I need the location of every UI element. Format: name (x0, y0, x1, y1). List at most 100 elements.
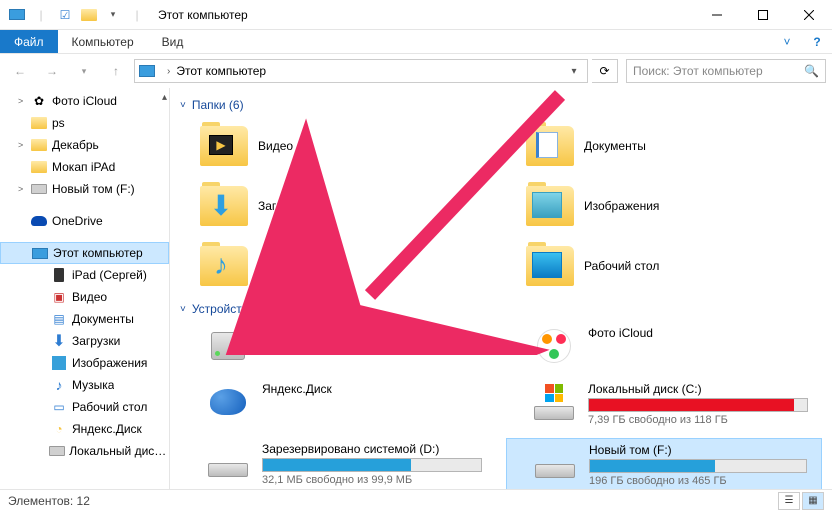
navigation-tree[interactable]: ▴ >✿Фото iCloud ps >Декабрь Мокап iPAd > Новы… (0, 88, 170, 489)
title-bar: | ☑ ▾ | Этот компьютер (0, 0, 832, 30)
tree-item-label: Новый том (F:) (52, 182, 135, 196)
tree-item-icon (49, 443, 65, 459)
address-dropdown-icon[interactable]: ▾ (565, 66, 583, 77)
tree-item-icon: ⬇ (50, 333, 68, 349)
ribbon-collapse-icon[interactable]: ˅ (772, 30, 802, 53)
drive-item[interactable]: Локальный диск (C:)7,39 ГБ свободно из 1… (506, 378, 822, 430)
drive-name: Зарезервировано системой (D:) (262, 442, 482, 456)
tree-item-label: Мокап iPAd (52, 160, 115, 174)
drive-name: Новый том (F:) (589, 443, 807, 457)
group-drives-header[interactable]: ˅ Устройства и диски (6 (180, 302, 822, 316)
folder-item[interactable]: Рабочий стол (506, 238, 822, 294)
group-folders-header[interactable]: ˅ Папки (6) (180, 98, 822, 112)
recent-dropdown-icon[interactable]: ▾ (70, 58, 98, 84)
search-input[interactable]: Поиск: Этот компьютер 🔍 (626, 59, 826, 83)
address-bar[interactable]: › Этот компьютер ▾ (134, 59, 588, 83)
drive-item[interactable]: Яндекс.Диск (180, 378, 496, 430)
folder-icon: ⬇ (200, 186, 248, 226)
help-icon[interactable]: ? (802, 30, 832, 53)
tree-item[interactable]: ▭ Рабочий стол (0, 396, 169, 418)
expand-icon[interactable]: > (18, 96, 30, 106)
tree-item[interactable]: ▤ Документы (0, 308, 169, 330)
folder-label: Загрузки (258, 199, 306, 213)
folder-icon: ▶ (200, 126, 248, 166)
tree-item-icon (30, 137, 48, 153)
close-button[interactable] (786, 0, 832, 30)
drive-icon (204, 442, 252, 482)
tree-item[interactable]: OneDrive (0, 210, 169, 232)
tree-item[interactable]: > Новый том (F:) (0, 178, 169, 200)
tree-item[interactable]: Мокап iPAd (0, 156, 169, 178)
folder-item[interactable]: ♪Музыка (180, 238, 496, 294)
tree-item-icon: ♪ (50, 377, 68, 393)
forward-button[interactable]: → (38, 58, 66, 84)
tiles-view-button[interactable]: ▦ (802, 492, 824, 510)
qat-dropdown-icon[interactable]: ▾ (102, 4, 124, 26)
tree-item-icon: ◔ (50, 421, 68, 437)
tree-item[interactable]: Этот компьютер (0, 242, 169, 264)
tree-item[interactable]: ps (0, 112, 169, 134)
drive-icon (204, 326, 252, 366)
drive-name: Фото iCloud (588, 326, 808, 340)
tree-item-icon: ▣ (50, 289, 68, 305)
tree-item-label: ps (52, 116, 65, 130)
folder-item[interactable]: ▶ Видео (180, 118, 496, 174)
drive-name: iPad (Сергей) (262, 326, 482, 340)
tree-item[interactable]: ▣ Видео (0, 286, 169, 308)
drive-free-text: 7,39 ГБ свободно из 118 ГБ (588, 414, 808, 426)
maximize-button[interactable] (740, 0, 786, 30)
tree-item-icon (50, 355, 68, 371)
folder-label: Видео (258, 139, 293, 153)
tree-item-label: OneDrive (52, 214, 103, 228)
expand-icon[interactable]: > (18, 184, 30, 194)
minimize-button[interactable] (694, 0, 740, 30)
drive-item[interactable]: Фото iCloud (506, 322, 822, 370)
tree-item-icon (30, 115, 48, 131)
properties-icon[interactable]: ☑ (54, 4, 76, 26)
group-drives-title: Устройства и диски (6 (192, 302, 314, 316)
tree-item[interactable]: ⬇Загрузки (0, 330, 169, 352)
expand-icon[interactable]: > (18, 140, 30, 150)
drive-item[interactable]: Зарезервировано системой (D:) 32,1 МБ сво… (180, 438, 496, 489)
drive-icon (530, 382, 578, 422)
folder-item[interactable]: Документы (506, 118, 822, 174)
tree-item[interactable]: >✿Фото iCloud (0, 90, 169, 112)
tree-item-label: Рабочий стол (72, 400, 147, 414)
drive-icon (204, 382, 252, 422)
drive-item[interactable]: iPad (Сергей) (180, 322, 496, 370)
tree-item[interactable]: ♪ Музыка (0, 374, 169, 396)
tree-item-icon: ▭ (50, 399, 68, 415)
folder-icon (526, 186, 574, 226)
tree-item[interactable]: Локальный диск (… (0, 440, 169, 462)
refresh-button[interactable]: ⟳ (592, 59, 618, 83)
tree-item[interactable]: Изображения (0, 352, 169, 374)
drive-free-text: 32,1 МБ свободно из 99,9 МБ (262, 474, 482, 486)
folder-icon (526, 246, 574, 286)
chevron-down-icon: ˅ (180, 304, 186, 315)
tree-item-icon: ▤ (50, 311, 68, 327)
folder-label: Рабочий стол (584, 259, 659, 273)
tree-item-label: Видео (72, 290, 107, 304)
group-folders-title: Папки (6) (192, 98, 244, 112)
app-icon[interactable] (6, 4, 28, 26)
tab-computer[interactable]: Компьютер (58, 30, 148, 53)
tab-view[interactable]: Вид (148, 30, 198, 53)
folder-item[interactable]: Изображения (506, 178, 822, 234)
tree-item[interactable]: ◔Яндекс.Диск (0, 418, 169, 440)
tree-item-icon (30, 213, 48, 229)
tree-item[interactable]: >Декабрь (0, 134, 169, 156)
drive-item[interactable]: Новый том (F:)196 ГБ свободно из 465 ГБ (506, 438, 822, 489)
breadcrumb-root[interactable]: Этот компьютер (176, 64, 266, 78)
qat-folder-icon[interactable] (78, 4, 100, 26)
back-button[interactable]: ← (6, 58, 34, 84)
up-button[interactable]: ↑ (102, 58, 130, 84)
folder-item[interactable]: ⬇ Загрузки (180, 178, 496, 234)
tree-item-label: Документы (72, 312, 134, 326)
tree-item-label: iPad (Сергей) (72, 268, 147, 282)
tab-file[interactable]: Файл (0, 30, 58, 53)
details-view-button[interactable]: ☰ (778, 492, 800, 510)
tree-item-label: Музыка (72, 378, 114, 392)
scroll-up-icon[interactable]: ▴ (162, 92, 167, 103)
tree-item[interactable]: iPad (Сергей) (0, 264, 169, 286)
tree-item-label: Этот компьютер (53, 246, 143, 260)
